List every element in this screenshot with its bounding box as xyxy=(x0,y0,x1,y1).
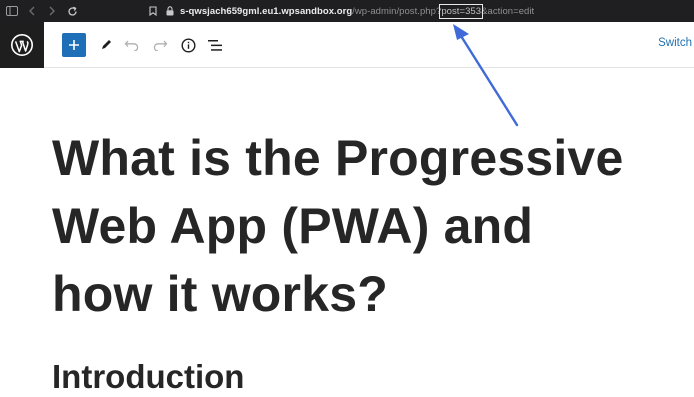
plus-icon xyxy=(68,39,80,51)
post-title-line: What is the Progressive xyxy=(52,130,624,186)
undo-icon xyxy=(124,39,140,51)
pencil-icon xyxy=(99,38,113,52)
back-icon[interactable] xyxy=(22,0,42,22)
lock-icon xyxy=(166,6,174,16)
redo-icon xyxy=(152,39,168,51)
forward-icon[interactable] xyxy=(42,0,62,22)
url-query-suffix: &action=edit xyxy=(481,5,535,17)
browser-toolbar: s-qwsjach659gml.eu1.wpsandbox.org/wp-adm… xyxy=(0,0,694,22)
address-bar[interactable]: s-qwsjach659gml.eu1.wpsandbox.org/wp-adm… xyxy=(166,0,534,22)
tools-button[interactable] xyxy=(96,35,116,55)
url-text: s-qwsjach659gml.eu1.wpsandbox.org/wp-adm… xyxy=(180,3,535,19)
post-title[interactable]: What is the Progressive Web App (PWA) an… xyxy=(52,124,682,328)
reload-icon[interactable] xyxy=(62,0,82,22)
url-path: /wp-admin/post.php xyxy=(352,5,436,17)
url-host: s-qwsjach659gml.eu1.wpsandbox.org xyxy=(180,5,353,17)
redo-button[interactable] xyxy=(150,35,170,55)
list-view-icon xyxy=(207,39,223,52)
editor-toolbar: Switch xyxy=(0,22,694,68)
bookmark-icon[interactable] xyxy=(143,0,163,22)
info-icon xyxy=(180,37,196,53)
details-button[interactable] xyxy=(178,35,198,55)
add-block-button[interactable] xyxy=(62,33,86,57)
wordpress-logo-icon[interactable] xyxy=(0,22,44,68)
sidebar-icon[interactable] xyxy=(2,0,22,22)
undo-button[interactable] xyxy=(122,35,142,55)
switch-to-draft-link[interactable]: Switch xyxy=(658,37,692,49)
post-title-line: Web App (PWA) and xyxy=(52,198,534,254)
post-title-line: how it works? xyxy=(52,266,388,322)
introduction-heading[interactable]: Introduction xyxy=(52,357,244,397)
url-post-id-highlight: post=353 xyxy=(439,3,484,19)
list-view-button[interactable] xyxy=(205,35,225,55)
